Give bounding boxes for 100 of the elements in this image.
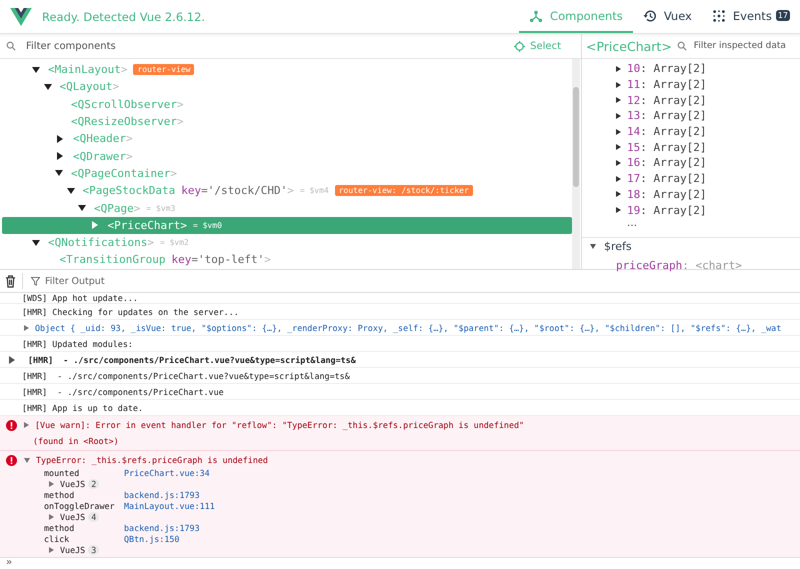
more-ellipsis[interactable]: …	[582, 218, 800, 233]
toggle-arrow-icon[interactable]	[57, 134, 63, 143]
toggle-arrow-icon[interactable]	[616, 66, 621, 72]
component-tag: <QLayout>	[60, 80, 120, 94]
vue-logo-icon	[10, 8, 32, 26]
history-icon	[642, 8, 657, 22]
component-tag: <QNotifications>	[48, 236, 154, 250]
frame-group-label[interactable]: VueJS	[60, 478, 86, 488]
data-entry: 14: Array[2]	[627, 125, 706, 138]
toggle-arrow-icon[interactable]	[24, 422, 29, 428]
instance-ref: = $vm3	[146, 204, 176, 213]
toggle-arrow-icon[interactable]	[49, 480, 54, 486]
component-tag: <QResizeObserver>	[71, 115, 184, 128]
source-link[interactable]: PriceChart.vue:34	[124, 468, 210, 478]
toggle-arrow-icon[interactable]	[616, 207, 621, 214]
toggle-arrow-icon[interactable]	[616, 82, 621, 88]
instance-ref: = $vm0	[192, 220, 222, 230]
source-link[interactable]: backend.js:1793	[124, 522, 200, 532]
count-badge: 3	[88, 544, 100, 554]
frame-group-label[interactable]: VueJS	[60, 512, 86, 522]
toggle-arrow-icon[interactable]	[616, 191, 621, 198]
log-message: [HMR] Checking for updates on the server...	[22, 306, 239, 316]
search-icon	[6, 41, 16, 51]
status-text: Ready. Detected Vue 2.6.12.	[42, 10, 206, 24]
inspected-component-title: <PriceChart>	[586, 38, 672, 54]
tab[interactable]: Vuex	[632, 0, 702, 33]
toggle-arrow-icon[interactable]	[49, 546, 54, 552]
count-badge: 17	[776, 10, 790, 21]
toggle-arrow-icon[interactable]	[9, 356, 15, 364]
filter-components-field[interactable]: Filter components	[24, 40, 508, 52]
log-message: [HMR] App is up to date.	[22, 402, 144, 412]
filter-icon	[31, 276, 40, 286]
data-entry: 17: Array[2]	[627, 172, 706, 186]
component-tag: <MainLayout>	[48, 63, 128, 76]
tree-row[interactable]: <PriceChart> = $vm0	[2, 216, 572, 234]
toggle-arrow-icon[interactable]	[590, 244, 596, 250]
trash-icon[interactable]	[5, 274, 16, 288]
error-message: [Vue warn]: Error in event handler for "reflow": "TypeError: _this.$refs.priceGraph is undefined"	[35, 420, 524, 430]
data-entry: 16: Array[2]	[627, 156, 706, 170]
component-tag: <QScrollObserver>	[71, 98, 184, 111]
toggle-arrow-icon[interactable]	[616, 144, 621, 150]
toggle-arrow-icon[interactable]	[55, 170, 63, 176]
toggle-arrow-icon[interactable]	[24, 458, 30, 462]
data-entry: 11: Array[2]	[627, 78, 706, 92]
toggle-arrow-icon[interactable]	[57, 152, 63, 160]
route-badge: router-view	[133, 64, 194, 76]
tree-row[interactable]: <TransitionGroup key='top-left'>	[2, 251, 572, 269]
data-entry: 18: Array[2]	[627, 188, 706, 201]
tab[interactable]: Events 17	[702, 0, 800, 33]
log-message: [HMR] - ./src/components/PriceChart.vue	[22, 386, 224, 396]
scrollbar-thumb[interactable]	[573, 87, 579, 187]
component-tag: <QHeader>	[73, 132, 133, 146]
count-badge: 4	[88, 512, 100, 522]
logged-object[interactable]: Object { _uid: 93, _isVue: true, "$options": {…}, _renderProxy: Proxy, _self: {…}, "$parent": {…}, "$root": {…}, "$children": [], "$refs": {…}, _wat	[35, 322, 782, 332]
component-tag: <TransitionGroup key='top-left'>	[60, 253, 271, 266]
toggle-arrow-icon[interactable]	[24, 324, 29, 330]
filter-inspected-data-field[interactable]: Filter inspected data	[692, 40, 800, 52]
data-entry: 13: Array[2]	[627, 109, 706, 122]
stack-function: method	[44, 522, 76, 532]
component-tag: <PageStockData key='/stock/CHD'>	[82, 184, 294, 198]
data-entry: 15: Array[2]	[627, 140, 706, 154]
target-icon	[514, 40, 526, 52]
instance-ref: = $vm4	[300, 186, 329, 196]
tree-nodes-icon	[529, 8, 544, 22]
route-badge: router-view: /stock/:ticker	[334, 185, 473, 196]
dots-icon	[712, 8, 726, 22]
error-message: TypeError: _this.$refs.priceGraph is undefined	[36, 455, 268, 465]
data-entry: 10: Array[2]	[627, 62, 706, 76]
error-note: (found in <Root>)	[33, 436, 120, 448]
component-tag: <QPageContainer>	[71, 166, 177, 180]
toggle-arrow-icon[interactable]	[78, 205, 86, 212]
source-link[interactable]: MainLayout.vue:111	[124, 500, 215, 510]
data-entry: priceGraph: <chart>	[615, 258, 742, 274]
toggle-arrow-icon[interactable]	[616, 97, 621, 104]
instance-ref: = $vm2	[160, 238, 189, 248]
log-group-title[interactable]: [HMR] - ./src/components/PriceChart.vue?vue&type=script&lang=ts&	[28, 354, 356, 364]
console-prompt[interactable]: »	[0, 558, 800, 568]
toggle-arrow-icon[interactable]	[616, 176, 621, 182]
toggle-arrow-icon[interactable]	[66, 188, 74, 194]
toggle-arrow-icon[interactable]	[49, 514, 54, 520]
stack-function: onToggleDrawer	[44, 500, 116, 510]
toggle-arrow-icon[interactable]	[616, 112, 621, 119]
data-entry: 12: Array[2]	[627, 94, 706, 107]
search-icon	[676, 41, 687, 51]
source-link[interactable]: QBtn.js:150	[124, 534, 180, 544]
source-link[interactable]: backend.js:1793	[124, 490, 200, 500]
log-message: [HMR] Updated modules:	[22, 338, 133, 348]
toggle-arrow-icon[interactable]	[616, 160, 621, 166]
component-tag: <QDrawer>	[73, 150, 133, 163]
tree-row[interactable]: <PageStockData key='/stock/CHD'> = $vm4 router-view: /stock/:ticker	[2, 182, 572, 200]
stack-function: mounted	[44, 468, 80, 478]
count-badge: 2	[88, 478, 100, 488]
log-message: [HMR] - ./src/components/PriceChart.vue?vue&type=script&lang=ts&	[22, 370, 350, 380]
toggle-arrow-icon[interactable]	[32, 240, 40, 246]
toggle-arrow-icon[interactable]	[32, 66, 40, 73]
toggle-arrow-icon[interactable]	[616, 128, 621, 135]
stack-function: method	[44, 490, 76, 500]
error-icon	[6, 454, 17, 466]
toggle-arrow-icon[interactable]	[44, 84, 52, 90]
frame-group-label[interactable]: VueJS	[60, 544, 86, 554]
